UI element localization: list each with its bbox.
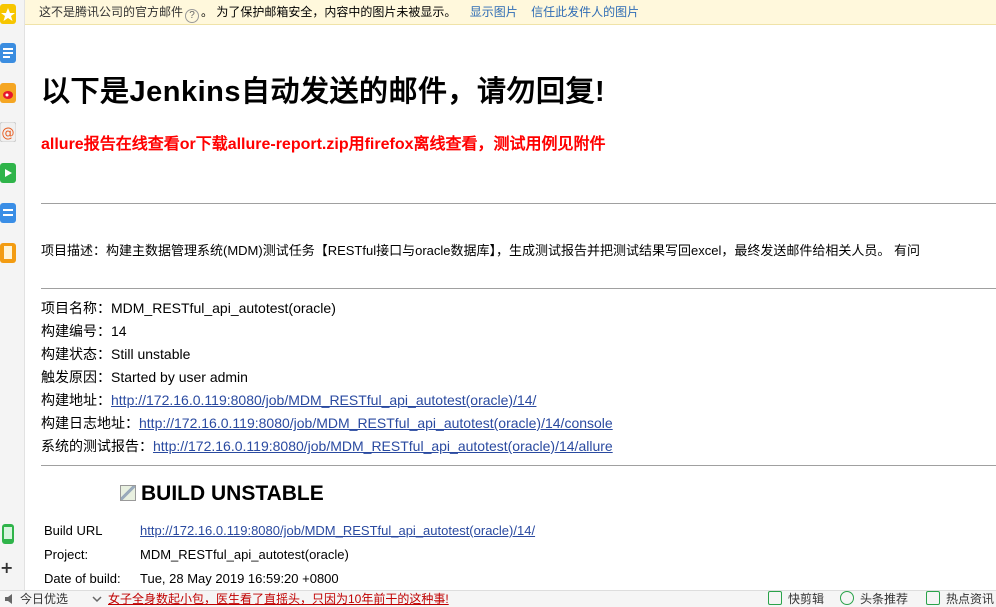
hot-news-label: 热点资讯 [946,592,995,606]
build-status-value: Still unstable [111,346,191,362]
scissors-icon [768,591,782,605]
headlines[interactable]: 头条推荐 [840,591,908,607]
table-date-value: Tue, 28 May 2019 16:59:20 +0800 [140,571,339,586]
document-icon[interactable] [0,43,16,63]
star-icon[interactable] [0,4,16,24]
log-url-link[interactable]: http://172.16.0.119:8080/job/MDM_RESTful… [139,415,613,431]
build-number-value: 14 [111,323,127,339]
headlines-label: 头条推荐 [860,592,909,606]
table-key: Build URL [44,523,103,538]
speaker-icon [5,594,12,604]
image-blocked-notice: 这不是腾讯公司的官方邮件?。 为了保护邮箱安全，内容中的图片未被显示。 显示图片… [25,0,996,25]
build-status-title: BUILD UNSTABLE [120,482,324,506]
today-picks[interactable]: 今日优选 [4,591,68,607]
notice-text: 这不是腾讯公司的官方邮件 [39,5,184,19]
divider [41,203,996,204]
info-row-build-number: 构建编号：14 [41,320,613,343]
weibo-icon[interactable] [0,83,16,103]
info-label: 触发原因： [41,369,111,385]
mail-at-icon[interactable]: @ [0,122,16,142]
mail-subheading: allure报告在线查看or下载allure-report.zip用firefo… [41,136,606,153]
info-row-trigger: 触发原因：Started by user admin [41,366,613,389]
video-icon[interactable] [0,163,16,183]
build-table: Build URL http://172.16.0.119:8080/job/MD… [44,519,535,590]
bookmark-icon[interactable] [0,243,16,263]
status-bar: 今日优选 女子全身数起小包，医生看了直摇头，只因为10年前干的这种事! 快剪辑 … [0,590,996,607]
news-icon [926,591,940,605]
trust-sender-link[interactable]: 信任此发件人的图片 [531,5,639,19]
hot-news[interactable]: 热点资讯 [926,591,994,607]
table-key: Project: [44,547,89,562]
info-label: 项目名称： [41,300,111,316]
project-description: 项目描述：构建主数据管理系统(MDM)测试任务【RESTful接口与oracle… [41,243,920,258]
notice-text-2: 。 为了保护邮箱安全，内容中的图片未被显示。 [201,5,457,19]
svg-text:@: @ [2,126,15,141]
plus-icon[interactable]: + [0,560,14,576]
divider [41,465,996,466]
build-info: 项目名称：MDM_RESTful_api_autotest(oracle) 构建… [41,297,613,458]
info-row-build-status: 构建状态：Still unstable [41,343,613,366]
quick-clip[interactable]: 快剪辑 [768,591,824,607]
build-url-link[interactable]: http://172.16.0.119:8080/job/MDM_RESTful… [111,392,536,408]
table-row: Build URL http://172.16.0.119:8080/job/MD… [44,519,535,543]
phone-icon[interactable] [0,524,16,544]
divider [41,288,996,289]
project-name-value: MDM_RESTful_api_autotest(oracle) [111,300,336,316]
info-row-project-name: 项目名称：MDM_RESTful_api_autotest(oracle) [41,297,613,320]
table-build-url-link[interactable]: http://172.16.0.119:8080/job/MDM_RESTful… [140,523,535,538]
info-label: 构建地址： [41,392,111,408]
info-row-build-url: 构建地址：http://172.16.0.119:8080/job/MDM_RE… [41,389,613,412]
chevron-down-icon [92,596,102,603]
news-headline-link[interactable]: 女子全身数起小包，医生看了直摇头，只因为10年前干的这种事! [108,592,449,606]
show-images-link[interactable]: 显示图片 [470,5,518,19]
today-picks-label: 今日优选 [20,592,69,606]
report-url-link[interactable]: http://172.16.0.119:8080/job/MDM_RESTful… [153,438,613,454]
info-row-log-url: 构建日志地址：http://172.16.0.119:8080/job/MDM_… [41,412,613,435]
question-circle-icon[interactable]: ? [185,9,200,23]
mail-body: 以下是Jenkins自动发送的邮件，请勿回复! allure报告在线查看or下载… [41,24,996,590]
mail-heading: 以下是Jenkins自动发送的邮件，请勿回复! [41,76,606,108]
side-app-rail: @ + [0,0,25,590]
info-row-report-url: 系统的测试报告：http://172.16.0.119:8080/job/MDM… [41,435,613,458]
info-label: 构建状态： [41,346,111,362]
info-label: 系统的测试报告： [41,438,153,454]
trigger-value: Started by user admin [111,369,248,385]
quick-clip-label: 快剪辑 [788,592,825,606]
news-ticker[interactable]: 女子全身数起小包，医生看了直摇头，只因为10年前干的这种事! [92,591,449,607]
play-icon [840,591,854,605]
info-label: 构建编号： [41,323,111,339]
table-key: Date of build: [44,571,121,586]
table-row: Project: MDM_RESTful_api_autotest(oracle) [44,543,535,567]
note-icon[interactable] [0,203,16,223]
build-title-text: BUILD UNSTABLE [141,482,324,505]
table-project-value: MDM_RESTful_api_autotest(oracle) [140,547,349,562]
broken-image-icon [120,485,136,501]
table-row: Date of build: Tue, 28 May 2019 16:59:20 … [44,567,535,590]
info-label: 构建日志地址： [41,415,139,431]
